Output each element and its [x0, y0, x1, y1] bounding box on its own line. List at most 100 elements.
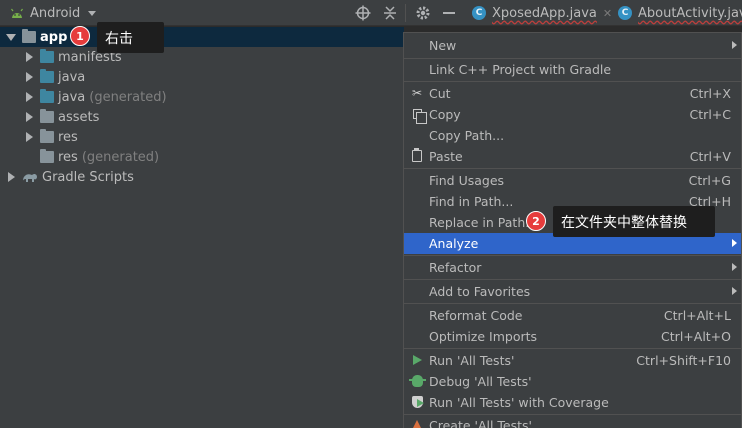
menu-item-label: Add to Favorites — [429, 284, 531, 299]
chevron-down-icon — [88, 10, 97, 16]
gradle-icon — [23, 173, 37, 182]
tree-item-sublabel: (generated) — [81, 149, 160, 165]
submenu-arrow-icon — [732, 263, 737, 271]
tree-item-res[interactable]: res — [0, 127, 404, 147]
class-icon: C — [618, 6, 632, 20]
menu-item-new[interactable]: New — [404, 35, 741, 56]
create-test-icon — [410, 418, 424, 428]
step-badge-2: 2 — [526, 211, 546, 231]
menu-item-label: Run 'All Tests' — [429, 353, 515, 368]
menu-item-create-all-tests[interactable]: Create 'All Tests'... — [404, 415, 741, 428]
gear-icon[interactable] — [415, 5, 431, 21]
menu-item-shortcut: Ctrl+V — [689, 149, 731, 164]
menu-item-label: Find in Path... — [429, 194, 514, 209]
tree-item-app[interactable]: app — [0, 27, 404, 47]
menu-item-label: Copy Path... — [429, 128, 505, 143]
menu-item-shortcut: Ctrl+G — [688, 173, 731, 188]
menu-item-refactor[interactable]: Refactor — [404, 257, 741, 278]
chevron-down-icon[interactable] — [6, 32, 16, 42]
submenu-arrow-icon — [732, 287, 737, 295]
target-icon[interactable] — [355, 5, 371, 21]
menu-item-label: Find Usages — [429, 173, 505, 188]
collapse-all-icon[interactable] — [382, 5, 398, 21]
callout-replace-in-folder: 在文件夹中整体替换 — [553, 206, 715, 237]
view-mode-selector[interactable]: Android — [10, 0, 97, 26]
menu-separator — [404, 348, 741, 349]
tree-item-assets[interactable]: assets — [0, 107, 404, 127]
menu-item-link-cpp[interactable]: Link C++ Project with Gradle — [404, 59, 741, 80]
project-tree: app manifests java java (generated) asse… — [0, 27, 404, 428]
tree-item-res-generated[interactable]: res (generated) — [0, 147, 404, 167]
close-icon[interactable]: ✕ — [603, 7, 612, 20]
menu-item-cut[interactable]: ✂ Cut Ctrl+X — [404, 83, 741, 104]
menu-item-shortcut: Ctrl+Shift+F10 — [636, 353, 731, 368]
menu-item-label: Optimize Imports — [429, 329, 538, 344]
minimize-icon[interactable] — [441, 5, 457, 21]
menu-item-reformat-code[interactable]: Reformat Code Ctrl+Alt+L — [404, 305, 741, 326]
run-icon — [410, 353, 424, 367]
submenu-arrow-icon — [732, 41, 737, 49]
tab-label: AboutActivity.java — [638, 5, 742, 21]
tab-label: XposedApp.java — [492, 5, 597, 21]
menu-item-copy-path[interactable]: Copy Path... — [404, 125, 741, 146]
paste-icon — [410, 148, 424, 163]
folder-icon — [40, 109, 54, 123]
menu-item-shortcut: Ctrl+Alt+L — [663, 308, 731, 323]
callout-right-click: 右击 — [97, 22, 164, 53]
menu-item-paste[interactable]: Paste Ctrl+V — [404, 146, 741, 167]
tree-item-sublabel: (generated) — [89, 89, 167, 105]
menu-item-add-to-favorites[interactable]: Add to Favorites — [404, 281, 741, 302]
chevron-right-icon[interactable] — [24, 52, 34, 62]
chevron-right-icon[interactable] — [24, 92, 34, 102]
chevron-right-icon[interactable] — [24, 112, 34, 122]
submenu-arrow-icon — [732, 239, 737, 247]
chevron-right-icon[interactable] — [6, 172, 16, 182]
menu-item-copy[interactable]: Copy Ctrl+C — [404, 104, 741, 125]
menu-item-label: Copy — [429, 107, 461, 122]
chevron-right-icon[interactable] — [24, 72, 34, 82]
menu-item-label: Replace in Path... — [429, 215, 538, 230]
menu-item-label: Analyze — [429, 236, 479, 251]
toolbar-divider — [405, 4, 406, 22]
tree-item-label: Gradle Scripts — [42, 169, 134, 185]
chevron-right-icon[interactable] — [24, 132, 34, 142]
menu-separator — [404, 303, 741, 304]
tree-item-label: java — [58, 89, 86, 105]
res-folder-icon — [40, 129, 54, 143]
tree-item-label: res — [58, 149, 78, 165]
menu-item-label: Create 'All Tests'... — [429, 418, 544, 428]
coverage-icon — [410, 395, 424, 409]
menu-item-label: Cut — [429, 86, 451, 101]
copy-icon — [410, 107, 427, 124]
menu-item-label: Run 'All Tests' with Coverage — [429, 395, 609, 410]
tab-xposedapp[interactable]: C XposedApp.java ✕ — [466, 0, 612, 26]
tree-item-gradle-scripts[interactable]: Gradle Scripts — [0, 167, 404, 187]
menu-item-shortcut: Ctrl+X — [689, 86, 731, 101]
menu-item-optimize-imports[interactable]: Optimize Imports Ctrl+Alt+O — [404, 326, 741, 347]
tree-item-java-generated[interactable]: java (generated) — [0, 87, 404, 107]
tab-aboutactivity[interactable]: C AboutActivity.java — [612, 0, 742, 26]
generated-folder-icon — [40, 89, 54, 103]
menu-separator — [404, 279, 741, 280]
menu-item-shortcut: Ctrl+C — [689, 107, 731, 122]
tree-item-java[interactable]: java — [0, 67, 404, 87]
tree-item-label: app — [40, 29, 68, 45]
menu-separator — [404, 255, 741, 256]
menu-item-run-all-tests[interactable]: Run 'All Tests' Ctrl+Shift+F10 — [404, 350, 741, 371]
menu-item-shortcut: Ctrl+Alt+O — [661, 329, 731, 344]
menu-item-label: Link C++ Project with Gradle — [429, 62, 612, 77]
folder-icon — [40, 49, 54, 63]
scissors-icon: ✂ — [411, 86, 423, 100]
tree-item-label: java — [58, 69, 86, 85]
menu-item-run-with-coverage[interactable]: Run 'All Tests' with Coverage — [404, 392, 741, 413]
step-badge-1: 1 — [70, 26, 90, 46]
tree-item-manifests[interactable]: manifests — [0, 47, 404, 67]
menu-item-label: Refactor — [429, 260, 482, 275]
menu-separator — [404, 81, 741, 82]
menu-item-find-usages[interactable]: Find Usages Ctrl+G — [404, 170, 741, 191]
menu-item-label: New — [429, 38, 457, 53]
menu-item-debug-all-tests[interactable]: Debug 'All Tests' — [404, 371, 741, 392]
debug-icon — [408, 374, 426, 388]
view-mode-label: Android — [30, 5, 81, 21]
menu-item-label: Reformat Code — [429, 308, 523, 323]
